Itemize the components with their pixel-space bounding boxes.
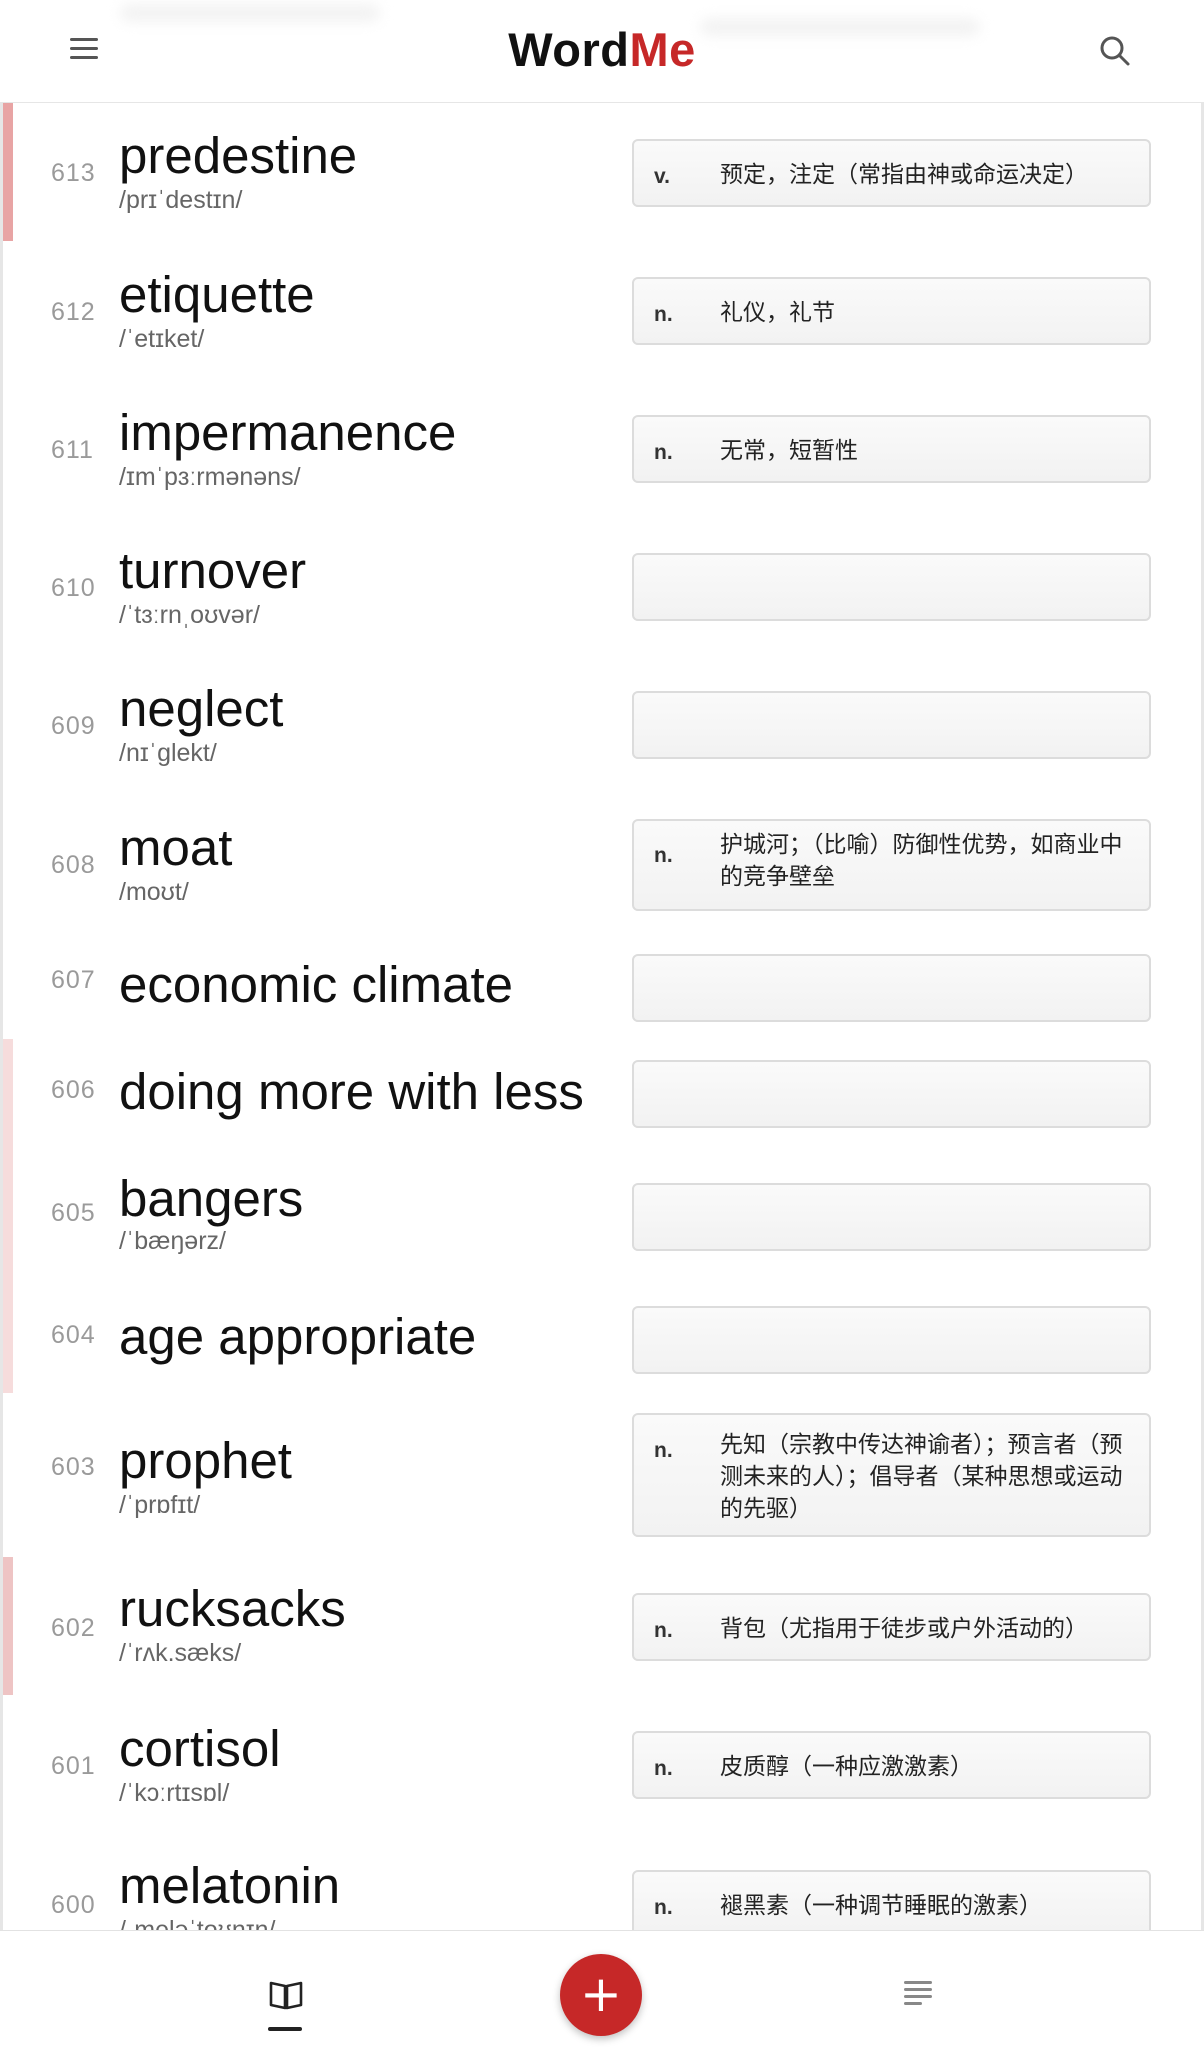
word-index: 608	[51, 851, 96, 879]
definition-text: 褪黑素（一种调节睡眠的激素）	[720, 1893, 1042, 1919]
definition-box[interactable]	[632, 553, 1151, 621]
part-of-speech: n.	[654, 844, 673, 867]
open-book-icon[interactable]	[268, 1979, 304, 2011]
word-index: 609	[51, 712, 96, 740]
word-row[interactable]: 603 prophet/ˈprɒfɪt/n. 先知（宗教中传达神谕者）；预言者（预测…	[3, 1393, 1201, 1558]
add-word-button[interactable]: +	[560, 1954, 642, 2036]
word-index: 603	[51, 1453, 96, 1481]
word-phonetic: /ˈkɔːrtɪsɒl/	[119, 1779, 230, 1807]
definition-box[interactable]	[632, 1060, 1151, 1128]
word-index: 612	[51, 298, 96, 326]
word-phonetic: /ˈrʌk.sæks/	[119, 1639, 242, 1667]
word-index: 605	[51, 1199, 96, 1227]
word-text: bangers	[119, 1170, 304, 1227]
word-row[interactable]: 604 age appropriate	[3, 1285, 1201, 1394]
word-text: age appropriate	[119, 1308, 477, 1365]
definition-text: 预定，注定（常指由神或命运决定）	[720, 162, 1088, 188]
word-index: 601	[51, 1752, 96, 1780]
part-of-speech: n.	[654, 1619, 673, 1642]
row-status-accent	[3, 1147, 13, 1285]
definition-box[interactable]	[632, 1306, 1151, 1374]
search-icon[interactable]	[1098, 34, 1132, 68]
word-row[interactable]: 609 neglect/nɪˈɡlekt/	[3, 655, 1201, 795]
word-phonetic: /ˈprɒfɪt/	[119, 1491, 201, 1519]
word-phonetic: /ˈetɪket/	[119, 325, 205, 353]
row-status-accent	[3, 1039, 13, 1147]
row-status-accent	[3, 1557, 13, 1695]
word-index: 613	[51, 159, 96, 187]
blurred-background-text	[120, 4, 380, 22]
definition-text: 无常，短暂性	[720, 438, 858, 464]
part-of-speech: n.	[654, 1757, 673, 1780]
definition-box[interactable]: n. 先知（宗教中传达神谕者）；预言者（预测未来的人）；倡导者（某种思想或运动的先…	[632, 1413, 1151, 1537]
part-of-speech: v.	[654, 165, 670, 188]
word-text: neglect	[119, 680, 284, 737]
bottom-navigation: +	[0, 1930, 1204, 2053]
definition-box[interactable]: n. 皮质醇（一种应激激素）	[632, 1731, 1151, 1799]
word-text: rucksacks	[119, 1580, 346, 1637]
word-index: 610	[51, 574, 96, 602]
part-of-speech: n.	[654, 441, 673, 464]
word-row[interactable]: 608 moat/moʊt/n. 护城河；（比喻）防御性优势，如商业中的竞争壁垒	[3, 794, 1201, 933]
definition-text: 先知（宗教中传达神谕者）；预言者（预测未来的人）；倡导者（某种思想或运动的先驱）	[720, 1432, 1123, 1522]
list-lines-icon[interactable]	[904, 1981, 932, 2007]
word-index: 602	[51, 1614, 96, 1642]
word-phonetic: /moʊt/	[119, 878, 189, 906]
definition-box[interactable]: n. 背包（尤指用于徒步或户外活动的）	[632, 1593, 1151, 1661]
word-index: 606	[51, 1076, 96, 1104]
word-phonetic: /prɪˈdestɪn/	[119, 186, 243, 214]
part-of-speech: n.	[654, 303, 673, 326]
active-tab-indicator	[268, 2027, 302, 2031]
definition-box[interactable]: n. 礼仪，礼节	[632, 277, 1151, 345]
definition-box[interactable]: n. 褪黑素（一种调节睡眠的激素）	[632, 1870, 1151, 1938]
word-row[interactable]: 602 rucksacks/ˈrʌk.sæks/n. 背包（尤指用于徒步或户外活动的…	[3, 1557, 1201, 1696]
word-row[interactable]: 606 doing more with less	[3, 1039, 1201, 1148]
word-index: 604	[51, 1321, 96, 1349]
definition-text: 背包（尤指用于徒步或户外活动的）	[720, 1616, 1088, 1642]
word-phonetic: /ɪmˈpɜːrmənəns/	[119, 463, 301, 491]
app-header: WordMe	[0, 0, 1204, 103]
part-of-speech: n.	[654, 1439, 673, 1462]
row-status-accent	[3, 1285, 13, 1393]
row-status-accent	[3, 102, 13, 241]
definition-text: 护城河；（比喻）防御性优势，如商业中的竞争壁垒	[720, 832, 1123, 890]
word-index: 600	[51, 1891, 96, 1919]
word-text: melatonin	[119, 1857, 341, 1914]
word-phonetic: /ˈbæŋərz/	[119, 1227, 226, 1255]
word-text: impermanence	[119, 404, 457, 461]
word-text: moat	[119, 819, 233, 876]
word-row[interactable]: 613 predestine/prɪˈdestɪn/v. 预定，注定（常指由神或命运…	[3, 102, 1201, 242]
word-text: etiquette	[119, 266, 315, 323]
word-text: economic climate	[119, 956, 513, 1013]
definition-box[interactable]	[632, 1183, 1151, 1251]
word-row[interactable]: 612 etiquette/ˈetɪket/n. 礼仪，礼节	[3, 241, 1201, 380]
definition-text: 皮质醇（一种应激激素）	[720, 1754, 973, 1780]
word-text: predestine	[119, 127, 358, 184]
word-phonetic: /nɪˈɡlekt/	[119, 739, 217, 767]
definition-box[interactable]	[632, 954, 1151, 1022]
word-index: 611	[51, 436, 94, 464]
definition-box[interactable]: v. 预定，注定（常指由神或命运决定）	[632, 139, 1151, 207]
word-row[interactable]: 601 cortisol/ˈkɔːrtɪsɒl/n. 皮质醇（一种应激激素）	[3, 1695, 1201, 1835]
word-text: cortisol	[119, 1720, 281, 1777]
definition-box[interactable]: n. 无常，短暂性	[632, 415, 1151, 483]
definition-box[interactable]: n. 护城河；（比喻）防御性优势，如商业中的竞争壁垒	[632, 819, 1151, 911]
word-row[interactable]: 610 turnover/ˈtɜːrnˌoʊvər/	[3, 517, 1201, 656]
word-text: turnover	[119, 542, 307, 599]
word-phonetic: /ˈtɜːrnˌoʊvər/	[119, 601, 260, 629]
word-text: doing more with less	[119, 1063, 584, 1120]
word-row[interactable]: 611 impermanence/ɪmˈpɜːrmənəns/n. 无常，短暂性	[3, 379, 1201, 518]
definition-text: 礼仪，礼节	[720, 300, 835, 326]
word-text: prophet	[119, 1432, 292, 1489]
word-row[interactable]: 605 bangers/ˈbæŋərz/	[3, 1147, 1201, 1286]
definition-box[interactable]	[632, 691, 1151, 759]
app-logo: WordMe	[508, 23, 696, 76]
word-index: 607	[51, 966, 96, 994]
word-row[interactable]: 607 economic climate	[3, 932, 1201, 1040]
part-of-speech: n.	[654, 1896, 673, 1919]
